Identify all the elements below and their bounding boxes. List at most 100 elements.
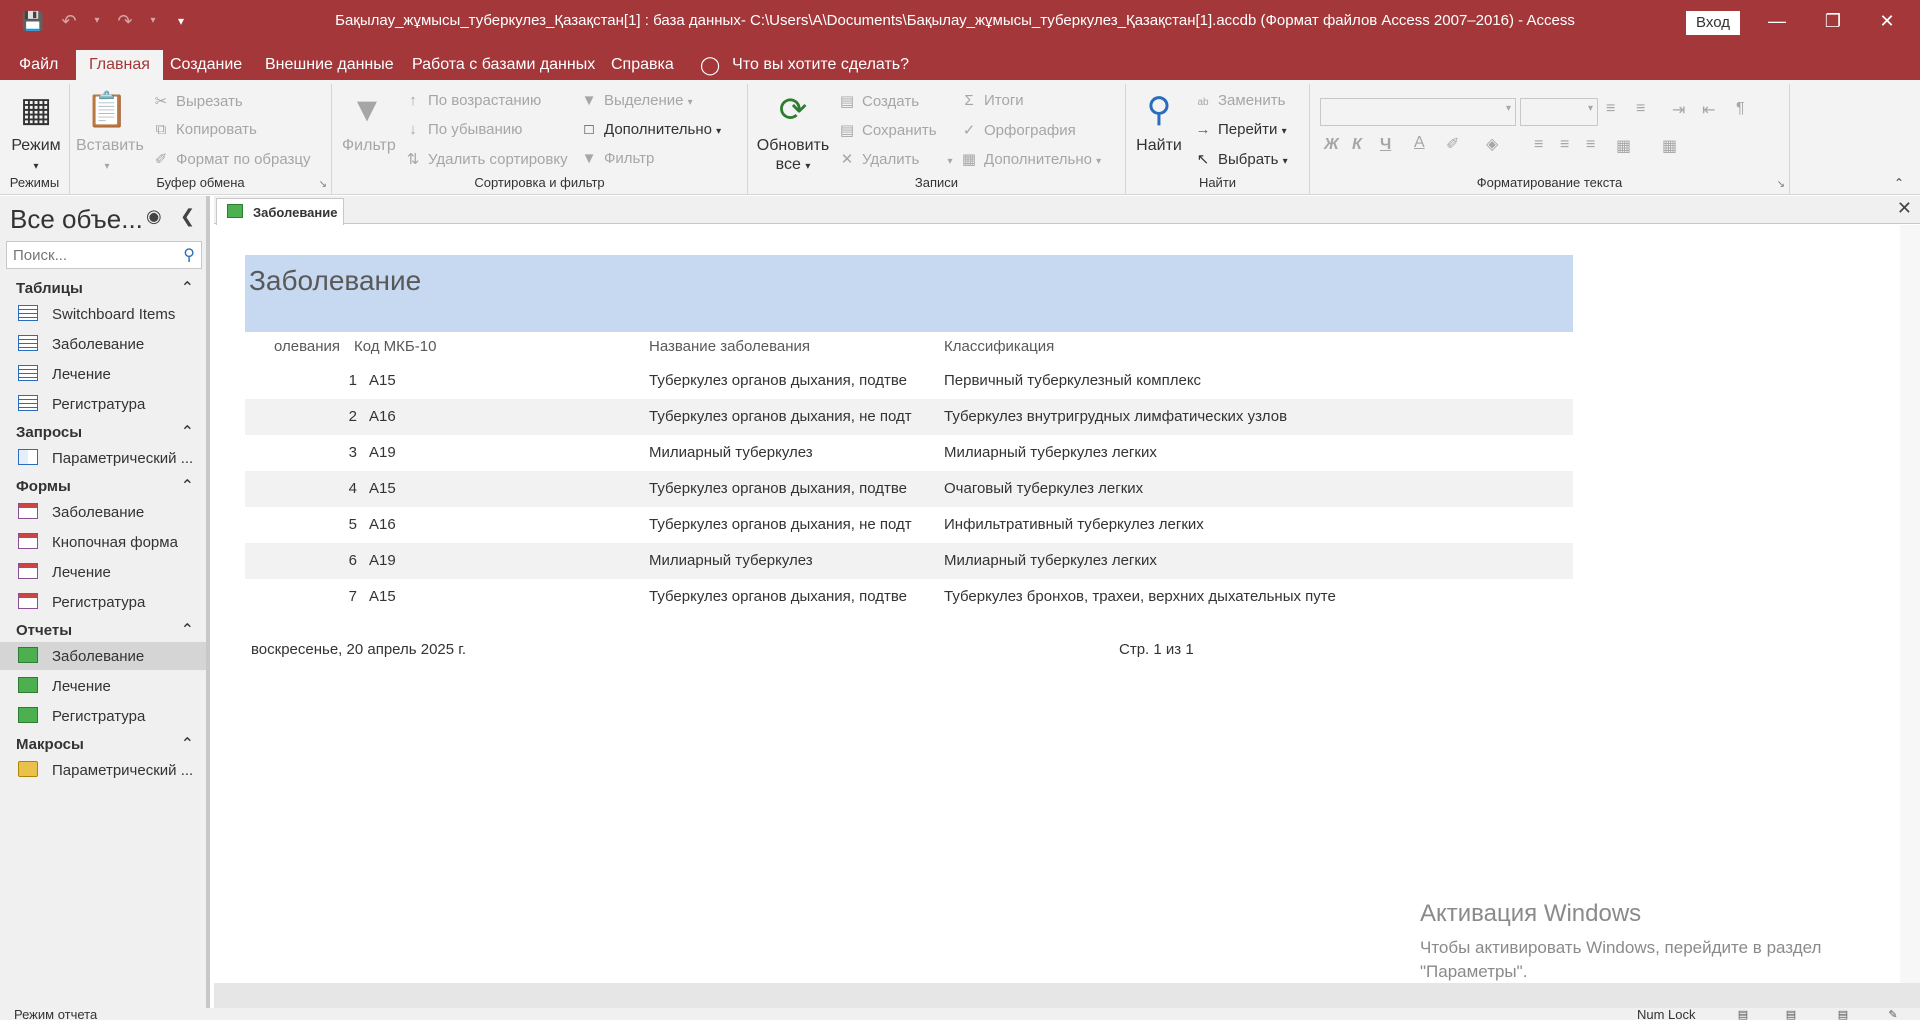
- align-right-icon[interactable]: ≡: [1586, 136, 1595, 154]
- nav-item-table[interactable]: Регистратура: [0, 390, 206, 418]
- nav-item-form[interactable]: Заболевание: [0, 498, 206, 526]
- document-tab-label: Заболевание: [253, 205, 338, 220]
- refresh-label: Обновить все: [756, 137, 830, 173]
- toggle-filter-button[interactable]: ▼ Фильтр: [580, 150, 655, 167]
- nav-section-queries[interactable]: Запросы ⌃: [0, 420, 206, 446]
- nav-menu-icon[interactable]: ◉: [146, 206, 162, 227]
- close-window-icon[interactable]: ✕: [1864, 6, 1910, 36]
- bold-button[interactable]: Ж: [1324, 136, 1339, 154]
- tab-home[interactable]: Главная: [76, 50, 163, 80]
- align-left-icon[interactable]: ≡: [1534, 136, 1543, 154]
- underline-button[interactable]: Ч: [1380, 136, 1391, 154]
- nav-pane-title[interactable]: Все объе...: [10, 204, 143, 235]
- nav-item-report[interactable]: Лечение: [0, 672, 206, 700]
- nav-item-table[interactable]: Заболевание: [0, 330, 206, 358]
- sort-descending-button[interactable]: ↓ По убыванию: [404, 121, 522, 138]
- dialog-launcher-icon[interactable]: ↘: [319, 179, 327, 190]
- design-view-icon[interactable]: ✎: [1876, 1008, 1910, 1020]
- view-button[interactable]: ▦ Режим ▾: [8, 90, 64, 176]
- close-document-icon[interactable]: ✕: [1897, 198, 1912, 219]
- save-record-button[interactable]: ▤ Сохранить: [838, 121, 937, 139]
- select-button[interactable]: ↖ Выбрать ▾: [1194, 150, 1288, 168]
- nav-item-table[interactable]: Switchboard Items: [0, 300, 206, 328]
- nav-item-form[interactable]: Кнопочная форма: [0, 528, 206, 556]
- selection-button[interactable]: ▼ Выделение ▾: [580, 92, 693, 109]
- paste-button[interactable]: 📋 Вставить ▾: [76, 90, 144, 176]
- filter-button[interactable]: ▼ Фильтр: [342, 90, 396, 155]
- nav-section-forms[interactable]: Формы ⌃: [0, 474, 206, 500]
- find-button[interactable]: ⚲ Найти: [1134, 90, 1184, 155]
- nav-search-box[interactable]: ⚲: [6, 241, 202, 269]
- align-center-icon[interactable]: ≡: [1560, 136, 1569, 154]
- redo-icon[interactable]: ↷: [112, 8, 138, 34]
- section-label: Макросы: [16, 736, 84, 753]
- numbering-icon[interactable]: ≡: [1636, 100, 1645, 118]
- document-tab[interactable]: Заболевание: [216, 198, 344, 225]
- nav-item-form[interactable]: Регистратура: [0, 588, 206, 616]
- collapse-nav-icon[interactable]: ❮: [180, 206, 195, 227]
- font-name-combo[interactable]: ▾: [1320, 98, 1516, 126]
- undo-dropdown-icon[interactable]: ▾: [92, 8, 102, 34]
- increase-indent-icon[interactable]: ⇥: [1672, 100, 1685, 120]
- nav-item-report[interactable]: Регистратура: [0, 702, 206, 730]
- save-icon[interactable]: 💾: [20, 8, 46, 34]
- tab-help[interactable]: Справка: [598, 50, 687, 80]
- nav-item-report[interactable]: Заболевание: [0, 642, 206, 670]
- sort-ascending-button[interactable]: ↑ По возрастанию: [404, 92, 541, 109]
- horizontal-scrollbar[interactable]: [214, 983, 1920, 1008]
- tell-me-box[interactable]: ◯ Что вы хотите сделать?: [700, 50, 909, 80]
- customize-qat-icon[interactable]: ▾: [168, 8, 194, 34]
- paragraph-direction-icon[interactable]: ¶: [1736, 100, 1745, 118]
- nav-item-table[interactable]: Лечение: [0, 360, 206, 388]
- minimize-icon[interactable]: —: [1754, 6, 1800, 36]
- tab-file[interactable]: Файл: [6, 50, 71, 80]
- report-view-icon[interactable]: ▤: [1726, 1008, 1760, 1020]
- restore-icon[interactable]: ❐: [1810, 6, 1856, 36]
- undo-icon[interactable]: ↶: [56, 8, 82, 34]
- fill-color-icon[interactable]: ◈: [1486, 134, 1498, 154]
- delete-record-button[interactable]: ✕ Удалить ▾: [838, 150, 953, 168]
- more-records-button[interactable]: ▦ Дополнительно ▾: [960, 150, 1101, 168]
- format-painter-button[interactable]: ✐ Формат по образцу: [152, 150, 311, 168]
- tab-create[interactable]: Создание: [157, 50, 255, 80]
- font-size-combo[interactable]: ▾: [1520, 98, 1598, 126]
- collapse-ribbon-icon[interactable]: ⌃: [1894, 176, 1904, 190]
- layout-view-icon[interactable]: ▤: [1826, 1008, 1860, 1020]
- italic-button[interactable]: К: [1352, 136, 1362, 154]
- redo-dropdown-icon[interactable]: ▾: [148, 8, 158, 34]
- font-color-icon[interactable]: A: [1414, 134, 1425, 152]
- spelling-button[interactable]: ✓ Орфография: [960, 121, 1076, 139]
- nav-section-tables[interactable]: Таблицы ⌃: [0, 276, 206, 302]
- vertical-scrollbar[interactable]: [1900, 225, 1920, 983]
- status-numlock: Num Lock: [1637, 1008, 1696, 1020]
- nav-item-query[interactable]: Параметрический ...: [0, 444, 206, 472]
- copy-button[interactable]: ⧉ Копировать: [152, 121, 257, 138]
- spelling-check-icon: ✓: [962, 122, 976, 139]
- remove-sort-button[interactable]: ⇅ Удалить сортировку: [404, 150, 568, 168]
- dialog-launcher-icon[interactable]: ↘: [1777, 179, 1785, 190]
- totals-button[interactable]: Σ Итоги: [960, 92, 1023, 109]
- sign-in-button[interactable]: Вход: [1686, 11, 1740, 35]
- decrease-indent-icon[interactable]: ⇤: [1702, 100, 1715, 120]
- nav-item-macro[interactable]: Параметрический ...: [0, 756, 206, 784]
- advanced-filter-button[interactable]: □ Дополнительно ▾: [580, 121, 721, 138]
- cut-button[interactable]: ✂ Вырезать: [152, 92, 243, 110]
- nav-item-form[interactable]: Лечение: [0, 558, 206, 586]
- highlight-icon[interactable]: ✐: [1446, 134, 1459, 154]
- column-header: Код МКБ-10: [354, 338, 437, 355]
- tab-database-tools[interactable]: Работа с базами данных: [399, 50, 608, 80]
- nav-section-reports[interactable]: Отчеты ⌃: [0, 618, 206, 644]
- bullets-icon[interactable]: ≡: [1606, 100, 1615, 118]
- refresh-all-button[interactable]: ⟳ Обновить все ▾: [754, 90, 832, 176]
- print-preview-icon[interactable]: ▤: [1774, 1008, 1808, 1020]
- replace-icon: ab: [1197, 97, 1209, 108]
- search-icon[interactable]: ⚲: [183, 245, 195, 265]
- replace-button[interactable]: ab Заменить: [1194, 92, 1285, 109]
- nav-section-macros[interactable]: Макросы ⌃: [0, 732, 206, 758]
- goto-button[interactable]: → Перейти ▾: [1194, 121, 1287, 138]
- tab-external-data[interactable]: Внешние данные: [252, 50, 407, 80]
- new-record-button[interactable]: ▤ Создать: [838, 92, 919, 110]
- gridlines-icon[interactable]: ▦: [1662, 136, 1677, 156]
- nav-search-input[interactable]: [7, 242, 167, 268]
- alternate-row-color-icon[interactable]: ▦: [1616, 136, 1631, 156]
